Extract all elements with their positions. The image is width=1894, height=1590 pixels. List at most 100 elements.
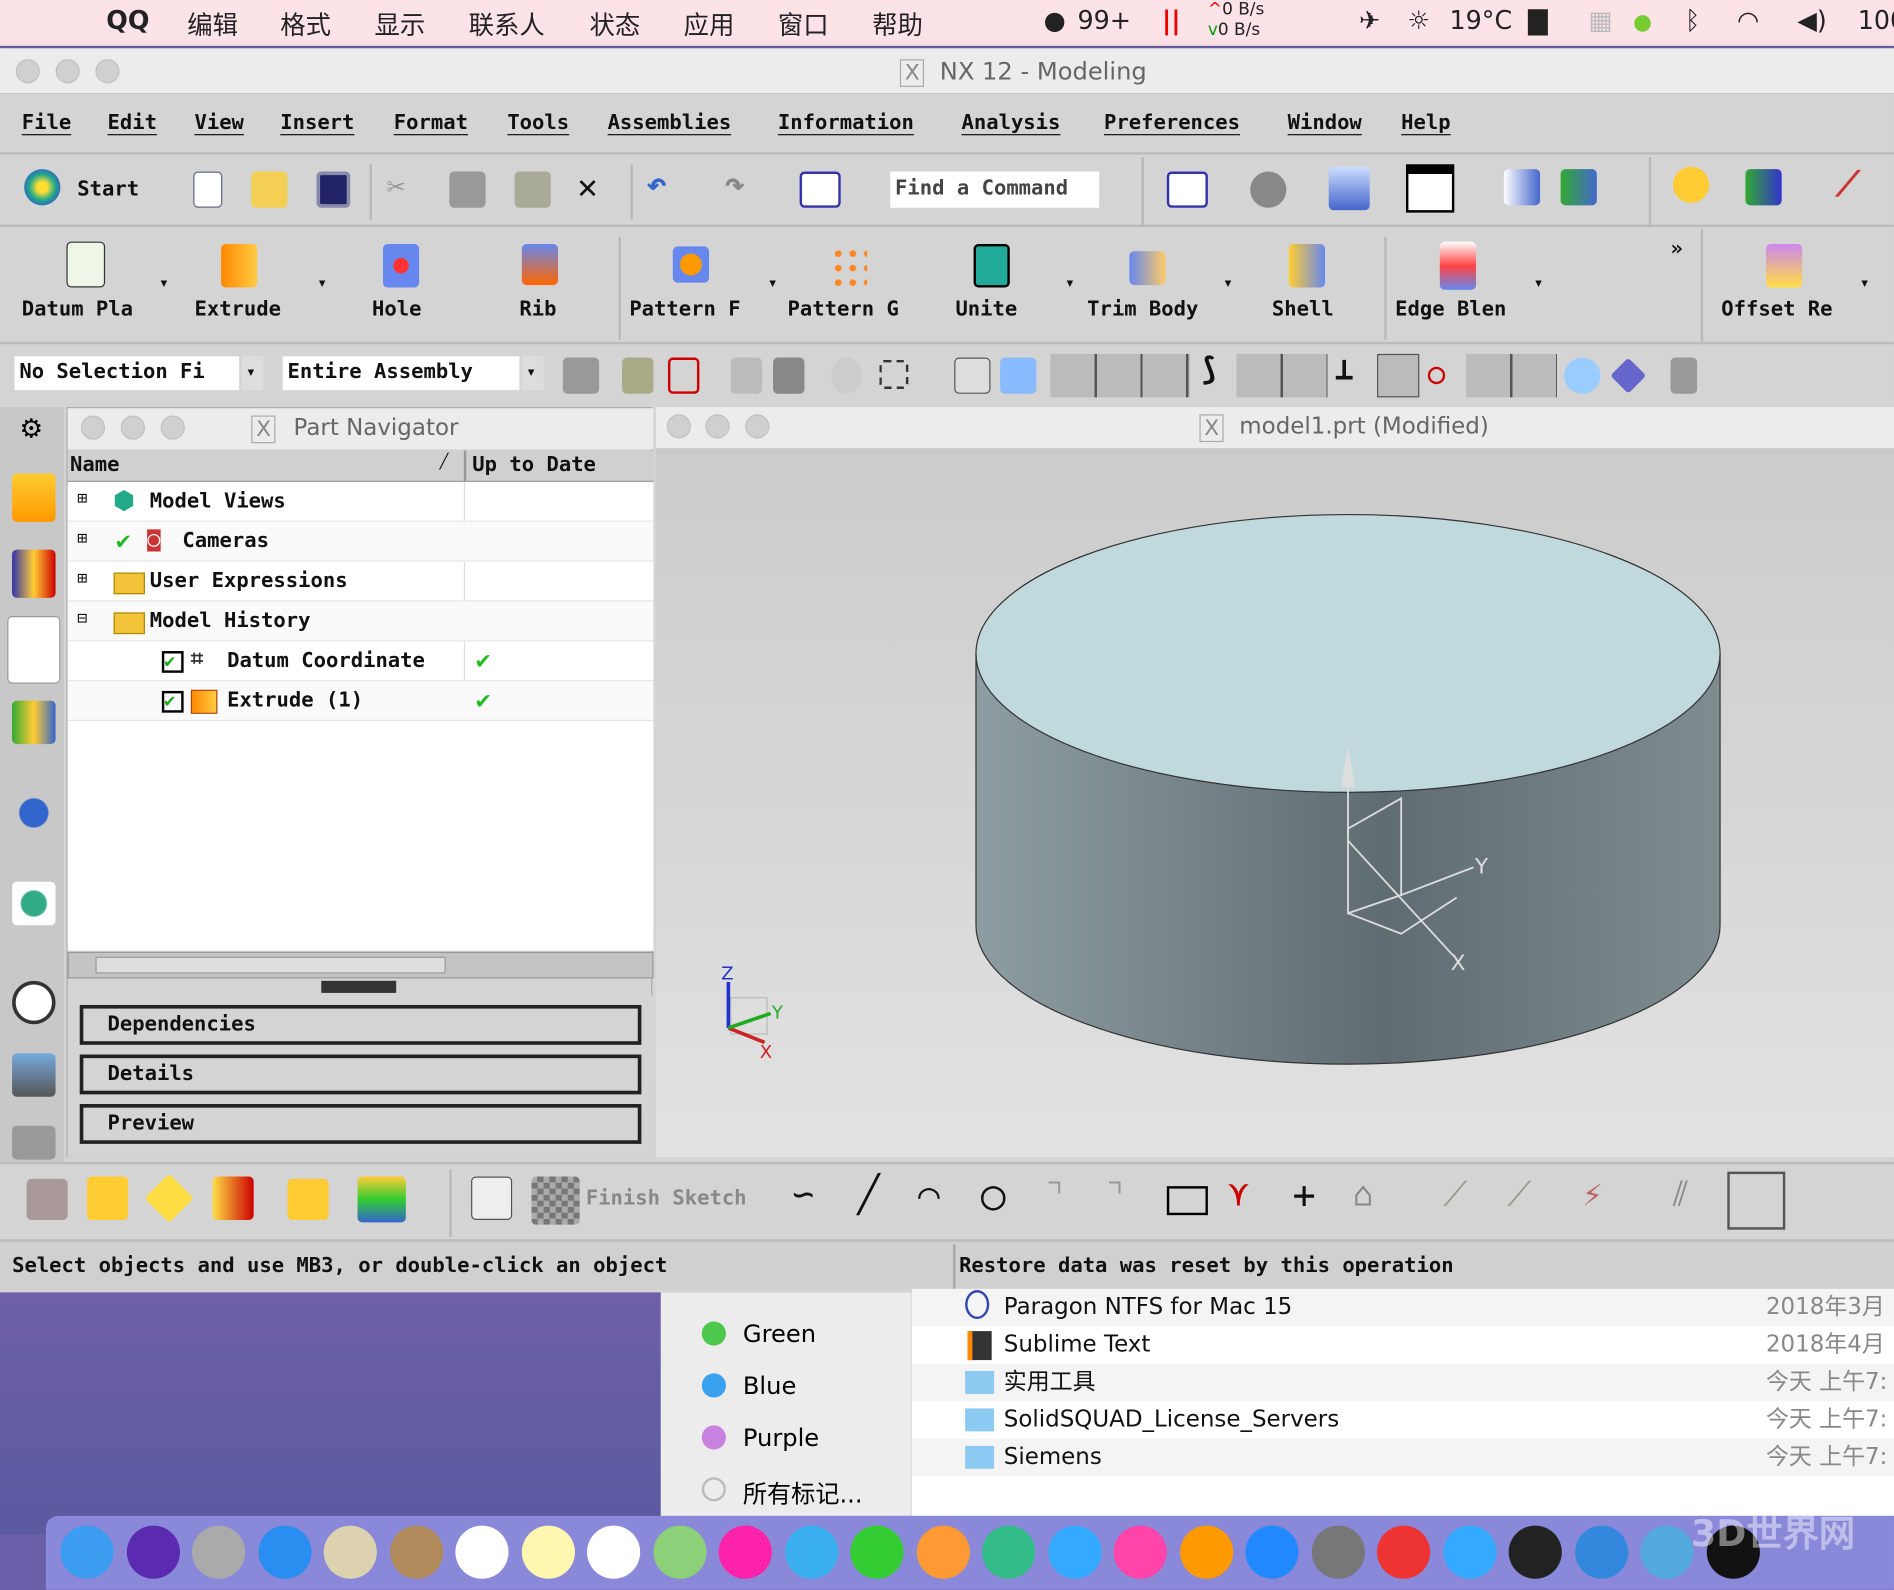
sketch-new-icon[interactable] xyxy=(471,1176,513,1220)
view-icon[interactable] xyxy=(1745,169,1782,206)
dock-feishu-icon[interactable] xyxy=(1442,1525,1496,1579)
settings-gear-icon[interactable]: ⚙ xyxy=(19,414,43,444)
status-dot-icon[interactable]: ● xyxy=(1633,10,1652,35)
grip-icon[interactable] xyxy=(773,357,805,394)
shaded-cube-icon[interactable] xyxy=(1328,166,1370,211)
point-icon[interactable]: + xyxy=(1292,1172,1315,1218)
select-icon[interactable] xyxy=(622,357,654,394)
make-corner-icon[interactable]: ⚡ xyxy=(1582,1174,1602,1214)
wcs-icon[interactable] xyxy=(1503,169,1541,206)
wifi-icon[interactable]: ◠ xyxy=(1737,6,1759,35)
dependencies-panel[interactable]: Dependencies xyxy=(79,1004,642,1045)
dock-finder-icon[interactable] xyxy=(60,1525,114,1579)
menu-edit[interactable]: Edit xyxy=(108,111,157,135)
expand-icon[interactable]: ⊞ xyxy=(77,489,87,508)
tree-row-model-views[interactable]: ⊞ ⬢ Model Views xyxy=(67,482,654,522)
geometric-constraint-icon[interactable]: ⫽ xyxy=(1673,1174,1688,1215)
dock-ibooks-icon[interactable] xyxy=(1179,1525,1233,1579)
profile-icon[interactable]: ∽ xyxy=(792,1174,814,1216)
snap-point-group[interactable] xyxy=(1050,353,1190,398)
dock-keynote-icon[interactable] xyxy=(1047,1525,1102,1579)
sort-icon[interactable]: ╱ xyxy=(440,453,449,470)
file-row[interactable]: Siemens 今天 上午7: xyxy=(911,1438,1894,1477)
dock-reminders-icon[interactable] xyxy=(587,1525,641,1579)
menu-view[interactable]: View xyxy=(194,111,243,135)
face-select-icon[interactable] xyxy=(1000,357,1037,394)
web-browser-tab[interactable] xyxy=(12,881,56,926)
column-up-to-date[interactable]: Up to Date xyxy=(472,453,596,477)
trim-icon[interactable]: ⟋ xyxy=(1443,1174,1467,1215)
menu-assemblies[interactable]: Assemblies xyxy=(608,111,732,135)
close-button[interactable] xyxy=(15,59,40,84)
part-navigator-tab[interactable] xyxy=(7,616,61,684)
more-chevron-icon[interactable]: » xyxy=(1671,237,1683,261)
intersection-group[interactable] xyxy=(1236,353,1328,398)
graphics-close-button[interactable] xyxy=(666,414,691,439)
snap-icon[interactable] xyxy=(1672,166,1710,203)
dock-mail-icon[interactable] xyxy=(323,1525,377,1579)
tree-row-extrude[interactable]: ✔ Extrude (1) ✔ xyxy=(67,681,654,722)
feature-select-icon[interactable] xyxy=(667,357,700,394)
menu-apps[interactable]: 应用 xyxy=(684,6,735,42)
start-icon[interactable] xyxy=(24,169,61,206)
volume-icon[interactable]: ◀) xyxy=(1797,6,1826,35)
measure-icon[interactable]: ⟋ xyxy=(1836,164,1860,205)
drive-icon[interactable]: ▇ xyxy=(1528,6,1548,35)
rect-select-icon[interactable] xyxy=(879,359,909,389)
new-icon[interactable] xyxy=(193,171,223,208)
graphics-minimize-button[interactable] xyxy=(705,414,730,439)
graphics-zoom-button[interactable] xyxy=(745,414,770,439)
menu-help[interactable]: Help xyxy=(1401,111,1450,135)
weather-icon[interactable]: ☼ xyxy=(1407,6,1430,35)
dock-nx-icon[interactable] xyxy=(1508,1525,1562,1579)
menu-file[interactable]: File xyxy=(22,111,71,135)
undo-icon[interactable]: ↶ xyxy=(646,164,666,204)
pattern-component-icon[interactable] xyxy=(287,1178,329,1220)
filter-icon[interactable] xyxy=(562,357,600,394)
fit-icon[interactable] xyxy=(1166,171,1208,208)
bluetooth-icon[interactable]: ᛒ xyxy=(1685,6,1700,35)
scrollbar-thumb[interactable] xyxy=(95,956,446,974)
point-select-icon[interactable] xyxy=(730,357,763,394)
file-row[interactable]: Sublime Text2018年4月6 xyxy=(911,1326,1894,1395)
bird-icon[interactable]: ✈ xyxy=(1359,6,1380,35)
menu-display[interactable]: 显示 xyxy=(374,6,425,42)
start-button[interactable]: Start xyxy=(77,178,139,202)
polygon-icon[interactable]: ⋎ xyxy=(1228,1174,1248,1214)
file-row[interactable]: Paragon NTFS for Mac 152018年3月2 xyxy=(911,1288,1894,1358)
paste-icon[interactable] xyxy=(514,171,551,208)
lasso-icon[interactable] xyxy=(831,357,863,394)
menu-preferences[interactable]: Preferences xyxy=(1104,111,1240,135)
collapse-icon[interactable]: ⊟ xyxy=(77,609,87,628)
arc-icon[interactable]: ⌒ xyxy=(918,1174,940,1216)
point-on-face-icon[interactable] xyxy=(1564,357,1601,394)
save-icon[interactable] xyxy=(316,171,351,208)
dock-contacts-icon[interactable] xyxy=(389,1525,443,1579)
assembly-constraint-icon[interactable] xyxy=(212,1176,254,1220)
roles-tab[interactable] xyxy=(12,1125,56,1160)
wcs-orient-icon[interactable] xyxy=(1560,169,1597,206)
tree-row-user-expressions[interactable]: ⊞ User Expressions xyxy=(67,562,654,602)
tree-row-datum-coordinate[interactable]: ✔ ⌗ Datum Coordinate ✔ xyxy=(67,641,654,682)
dock-itunes-icon[interactable] xyxy=(1113,1525,1167,1579)
expand-icon[interactable]: ⊞ xyxy=(77,529,87,548)
perpendicular-icon[interactable]: ⊥ xyxy=(1335,351,1354,387)
dock-numbers-icon[interactable] xyxy=(982,1525,1036,1579)
hd3d-tab[interactable] xyxy=(12,791,56,835)
qq-penguin-icon[interactable]: ● xyxy=(1044,6,1066,35)
app-menu[interactable]: QQ xyxy=(106,6,149,35)
file-row[interactable]: 实用工具 今天 上午7: xyxy=(911,1363,1894,1402)
expand-icon[interactable]: ⊞ xyxy=(77,569,87,588)
dimension-constraint-icon[interactable] xyxy=(1727,1171,1786,1230)
scope-select[interactable]: Entire Assembly xyxy=(282,356,520,391)
extend-icon[interactable]: ⟋ xyxy=(1507,1174,1531,1215)
navigator-close-button[interactable] xyxy=(80,415,106,440)
tag-blue[interactable]: Blue xyxy=(743,1371,796,1400)
dock-maps-icon[interactable] xyxy=(652,1525,707,1579)
details-panel[interactable]: Details xyxy=(79,1054,642,1095)
minimize-button[interactable] xyxy=(55,59,80,84)
process-studio-tab[interactable] xyxy=(12,1053,56,1097)
dock-launchpad-icon[interactable] xyxy=(192,1525,246,1579)
body-select-icon[interactable] xyxy=(954,357,991,394)
dock-facetime-icon[interactable] xyxy=(850,1525,904,1579)
